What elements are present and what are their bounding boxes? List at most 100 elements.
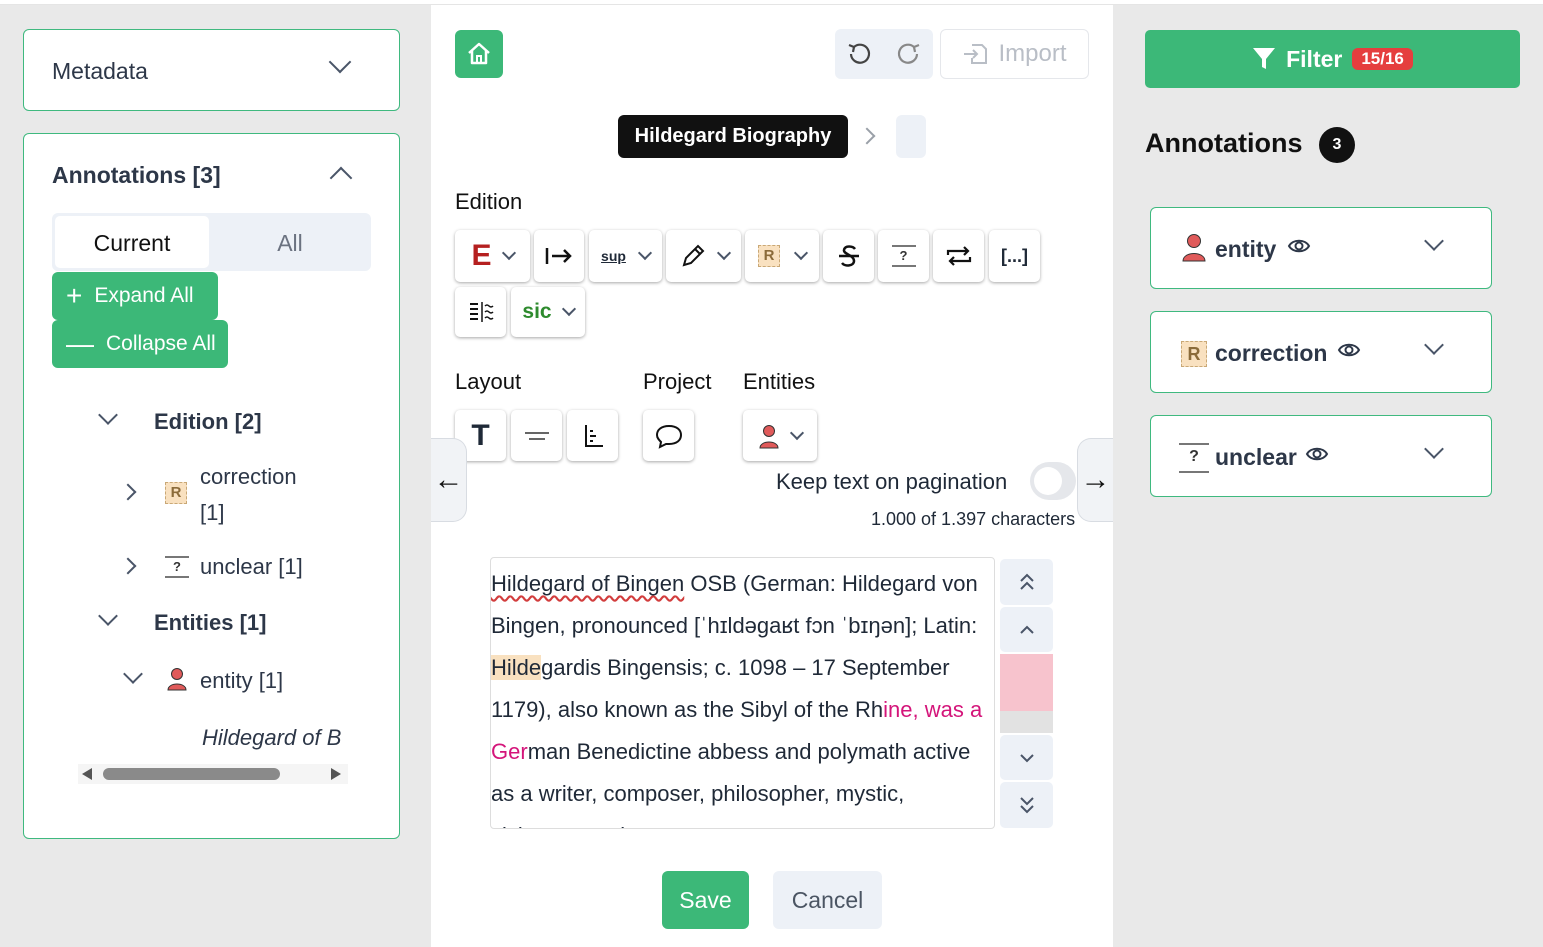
cancel-button[interactable]: Cancel <box>773 871 882 929</box>
page-break-icon <box>584 424 603 447</box>
correction-icon: R <box>165 482 187 504</box>
eye-icon[interactable] <box>1287 236 1311 256</box>
editor-segment[interactable]: gardis Bingensis; c. 1098 – 17 September… <box>491 655 950 722</box>
chevron-down-icon <box>637 245 653 261</box>
tool-expansion-dropdown[interactable]: E <box>455 230 530 282</box>
annotations-panel-title: Annotations [3] <box>52 162 221 188</box>
scroll-up-button[interactable] <box>1000 607 1053 652</box>
tree-item-unclear[interactable]: unclear [1] <box>200 554 303 580</box>
annotation-card-unclear[interactable]: ? unclear <box>1150 415 1492 497</box>
tool-line-button[interactable] <box>511 410 562 461</box>
collapse-all-label: Collapse All <box>106 332 216 355</box>
tool-gap-button[interactable]: [...] <box>989 230 1040 282</box>
home-button[interactable] <box>455 30 503 78</box>
entities-section-label: Entities <box>743 369 816 394</box>
chevron-down-icon <box>561 301 576 317</box>
tree-item-correction[interactable]: correction <box>200 464 297 490</box>
scroll-down-button[interactable] <box>1000 735 1053 780</box>
indent-arrow-icon <box>545 248 572 264</box>
tool-t-label: T <box>471 418 490 452</box>
scroll-bottom-button[interactable] <box>1000 782 1053 828</box>
breadcrumb-document[interactable]: Hildegard Biography <box>618 115 848 158</box>
annotations-count-badge: 3 <box>1319 127 1355 163</box>
tool-unclear-button[interactable]: ? <box>878 230 929 282</box>
spellcheck-text[interactable]: Hildegard of Bingen <box>491 571 684 596</box>
character-count: 1.000 of 1.397 characters <box>871 509 1076 529</box>
chevron-down-icon[interactable] <box>328 50 352 74</box>
minimap-view-indicator[interactable] <box>1000 654 1053 711</box>
tool-pagebreak-button[interactable] <box>567 410 618 461</box>
chevron-up-icon[interactable] <box>329 166 353 190</box>
tree-item-entities[interactable]: Entities [1] <box>154 610 266 636</box>
import-icon <box>964 44 988 64</box>
home-icon <box>468 42 490 65</box>
tree-item-entity[interactable]: entity [1] <box>200 668 283 694</box>
project-section-label: Project <box>643 369 712 394</box>
chevron-down-icon <box>789 425 805 440</box>
chevron-down-icon <box>716 245 731 261</box>
annotations-heading: Annotations <box>1145 128 1303 158</box>
keep-text-label: Keep text on pagination <box>776 469 1008 494</box>
tool-linebreak-button[interactable] <box>455 287 506 337</box>
toggle-knob <box>1034 467 1062 495</box>
scroll-top-button[interactable] <box>1000 559 1053 605</box>
chevron-down-icon[interactable] <box>1424 335 1444 355</box>
chevron-down-icon <box>1019 753 1034 762</box>
tool-sic-label: sic <box>522 300 552 323</box>
scrollbar-thumb[interactable] <box>103 768 280 780</box>
text-editor[interactable]: Hildegard of Bingen OSB (German: Hildega… <box>490 557 995 829</box>
double-chevron-up-icon <box>1019 573 1034 590</box>
tool-entity-dropdown[interactable] <box>743 410 817 461</box>
expand-all-label: Expand All <box>94 284 194 307</box>
editor-segment[interactable]: man Benedictine abbess and polymath acti… <box>491 739 970 828</box>
tree-item-edition[interactable]: Edition [2] <box>154 409 262 435</box>
annotation-card-correction[interactable]: R correction <box>1150 311 1492 393</box>
save-button[interactable]: Save <box>662 871 749 929</box>
collapse-all-button[interactable]: — Collapse All <box>52 320 228 368</box>
layout-section-label: Layout <box>455 369 522 394</box>
import-label: Import <box>998 40 1067 67</box>
tool-strikethrough-button[interactable] <box>823 230 874 282</box>
editor-text[interactable]: Hildegard of Bingen OSB (German: Hildega… <box>491 563 991 828</box>
import-button[interactable]: Import <box>940 29 1089 79</box>
annotation-card-entity[interactable]: entity <box>1150 207 1492 289</box>
tree-item-correction-count: [1] <box>200 500 225 525</box>
unclear-icon: ? <box>165 556 189 578</box>
tab-all[interactable]: All <box>212 216 368 268</box>
correction-icon: R <box>758 245 780 267</box>
funnel-icon <box>1253 48 1276 69</box>
tool-sic-dropdown[interactable]: sic <box>511 287 585 337</box>
breadcrumb-page[interactable] <box>896 115 926 158</box>
person-icon <box>759 424 779 448</box>
chevron-up-icon <box>1019 625 1034 634</box>
scroll-left-icon[interactable] <box>82 768 92 780</box>
eye-icon[interactable] <box>1337 340 1361 360</box>
tool-pencil-dropdown[interactable] <box>666 230 741 282</box>
next-page-button[interactable]: → <box>1077 438 1113 522</box>
previous-page-button[interactable]: ← <box>431 438 467 522</box>
unclear-icon: ? <box>1179 443 1209 473</box>
scroll-right-icon[interactable] <box>331 768 341 780</box>
tool-superscript-dropdown[interactable]: sup <box>589 230 662 282</box>
editor-minimap <box>1000 557 1053 829</box>
tab-current[interactable]: Current <box>55 216 209 268</box>
person-icon <box>1182 234 1206 262</box>
entity-text-preview[interactable]: Hildegard of B <box>202 725 348 751</box>
metadata-panel[interactable]: Metadata <box>23 29 400 111</box>
chevron-down-icon[interactable] <box>1424 231 1444 251</box>
eye-icon[interactable] <box>1305 444 1329 464</box>
chevron-down-icon[interactable] <box>1424 439 1444 459</box>
chevron-down-icon <box>501 245 516 261</box>
tool-correction-dropdown[interactable]: R <box>745 230 819 282</box>
tool-comment-button[interactable] <box>643 410 694 461</box>
redo-icon[interactable] <box>896 41 922 67</box>
metadata-title: Metadata <box>52 58 148 84</box>
undo-icon[interactable] <box>846 41 872 67</box>
minimap-track[interactable] <box>1000 711 1053 733</box>
correction-icon: R <box>1181 341 1207 367</box>
expand-all-button[interactable]: + Expand All <box>52 272 218 320</box>
filter-button[interactable]: Filter 15/16 <box>1145 30 1520 88</box>
correction-highlight[interactable]: Hilde <box>491 655 542 680</box>
tool-indent-button[interactable] <box>534 230 584 282</box>
tool-replace-button[interactable] <box>933 230 984 282</box>
